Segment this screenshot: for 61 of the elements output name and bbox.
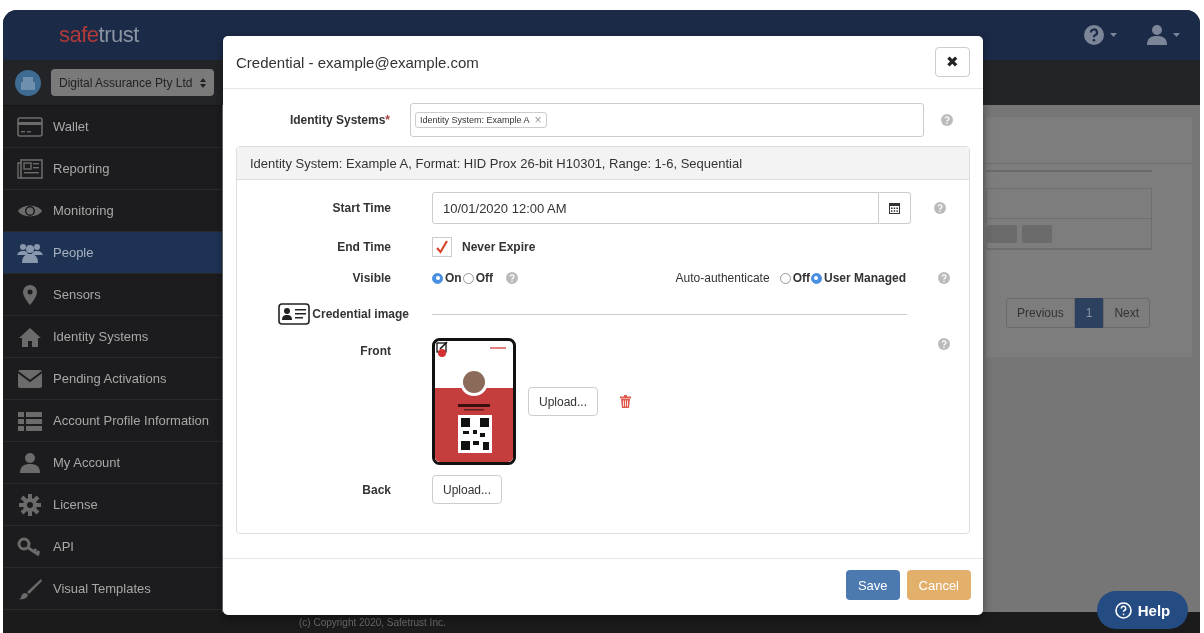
paintbrush-icon [18,577,42,600]
organization-select[interactable]: Digital Assurance Pty Ltd [51,69,214,96]
save-button[interactable]: Save [845,570,900,600]
identity-systems-field[interactable]: Identity System: Example A × [410,103,924,137]
sidebar-item[interactable]: People [3,232,222,274]
upload-button[interactable]: Upload... [432,475,503,504]
help-icon [938,272,950,284]
field-label: Front [359,343,392,358]
newspaper-icon [17,158,43,179]
question-circle-icon [1084,25,1104,45]
trash-icon [620,395,632,408]
field-label: End Time [336,240,392,254]
start-time-field[interactable]: 10/01/2020 12:00 AM [432,192,879,224]
building-icon [15,69,41,96]
section-label: Credential image [312,307,409,321]
copyright-text: (c) Copyright 2020, Safetrust Inc. [299,617,446,628]
id-card-icon [278,303,311,325]
people-icon [17,242,43,263]
field-label: Identity Systems* [288,113,391,127]
calendar-icon [889,202,900,214]
tag-label: Identity System: Example A [420,115,530,125]
panel-heading: Identity System: Example A, Format: HID Prox 26-bit H10301, Range: 1-6, Sequential [250,155,743,171]
sort-arrows-icon [200,77,206,88]
help-icon [941,114,953,126]
house-icon [18,326,42,347]
field-label: Start Time [331,201,392,215]
map-pin-icon [23,284,37,305]
radio-option[interactable]: User Managed [810,271,906,285]
field-label: Back [361,482,392,497]
help-menu-button[interactable] [1084,25,1117,45]
user-icon [19,452,41,473]
credit-card-icon [17,116,43,137]
caret-icon [1173,33,1180,37]
question-circle-icon [1114,601,1132,619]
checkmark-icon [436,240,448,254]
help-button[interactable]: Help [1097,591,1188,629]
user-menu-button[interactable] [1147,25,1180,45]
radio-button[interactable] [432,272,443,284]
list-icon [17,410,43,431]
calendar-button[interactable] [879,192,911,224]
radio-button[interactable] [810,272,822,284]
radio-option[interactable]: Off [779,271,810,285]
user-icon [1147,25,1167,45]
caret-icon [1110,33,1117,37]
field-label: Visible [351,271,392,285]
pagination-button[interactable]: 1 [1074,298,1104,328]
close-button[interactable]: ✖ [935,47,970,77]
key-icon [17,536,43,557]
checkbox-label: Never Expire [462,240,536,254]
radio-option[interactable]: Off [462,271,493,285]
help-icon [506,272,518,284]
help-icon [934,202,946,214]
never-expire-checkbox[interactable] [432,237,452,257]
upload-button[interactable]: Upload... [528,387,599,416]
gear-icon [19,493,41,516]
field-label: Auto-authenticate [675,271,770,285]
envelope-icon [17,368,43,389]
modal-title: Credential - example@example.com [236,53,479,71]
help-icon [938,338,950,350]
radio-option[interactable]: On [432,271,462,285]
logo: safetrust [59,22,139,48]
